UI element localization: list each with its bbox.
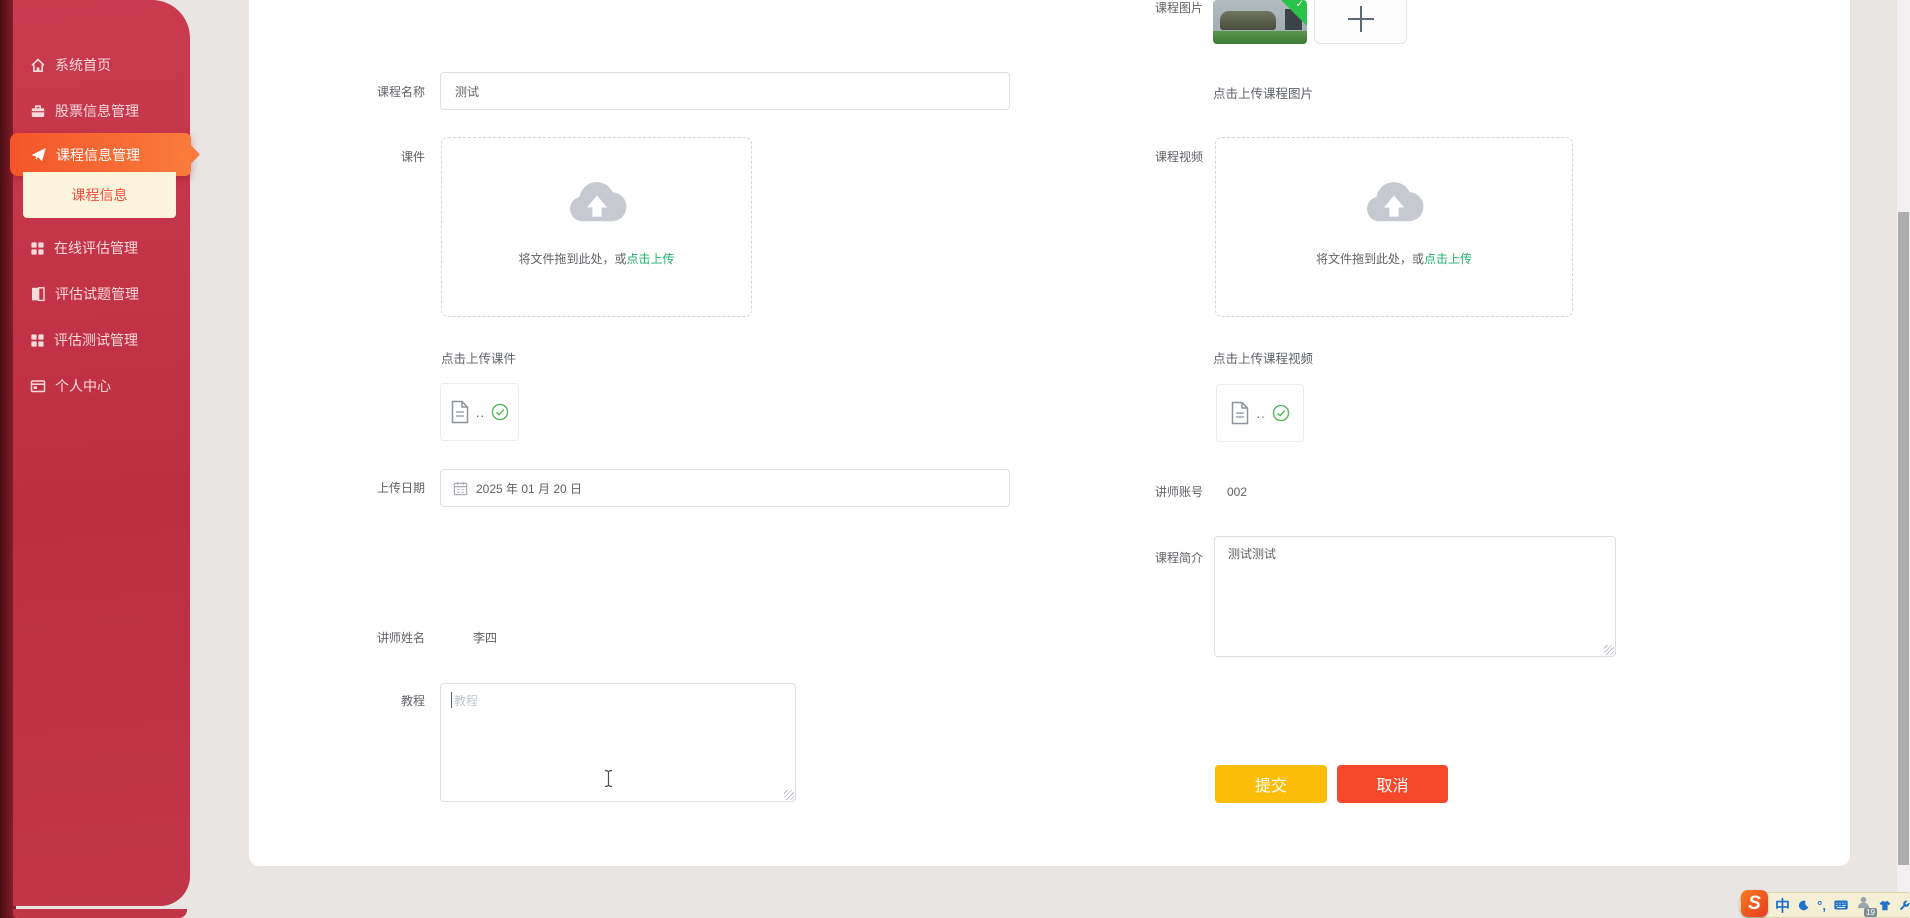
intro-resize-grip[interactable] [1604,645,1614,655]
document-icon [451,400,469,424]
check-circle-icon [1272,404,1289,422]
scrollbar-thumb[interactable] [1898,212,1909,865]
instructor-account-value: 002 [1227,485,1248,499]
uploaded-check-icon: ✓ [1295,0,1304,10]
submit-button[interactable]: 提交 [1215,765,1327,803]
sidebar-item-stocks[interactable]: 股票信息管理 [30,100,139,122]
ime-badge: 19 [1864,908,1878,917]
course-video-hint: 点击上传课程视频 [1213,352,1314,366]
course-image-thumbnail[interactable]: ✓ [1213,0,1307,44]
moon-icon[interactable] [1798,898,1809,913]
courseware-dropzone[interactable]: 将文件拖到此处，或点击上传 [441,137,752,317]
video-file-item[interactable]: .. [1216,384,1304,442]
course-video-label: 课程视频 [1154,150,1203,164]
paper-plane-icon [31,148,46,162]
document-icon [1232,401,1249,425]
courseware-drop-text: 将文件拖到此处，或点击上传 [442,250,751,267]
screen: 课程名称 课件 将文件拖到此处，或点击上传 点击上传课件 .. 上传日期 202… [0,0,1910,918]
sidebar-item-eval-questions[interactable]: 评估试题管理 [30,283,139,305]
grid-icon [31,241,44,255]
briefcase-icon [31,105,45,117]
sogou-logo[interactable]: S [1741,890,1768,917]
sidebar-item-label: 评估测试管理 [54,332,138,348]
courseware-upload-link[interactable]: 点击上传 [627,252,675,266]
sidebar-item-label: 在线评估管理 [54,240,138,256]
course-name-input[interactable] [440,72,1010,110]
sidebar-item-label: 课程信息管理 [56,146,140,163]
drop-prefix: 将文件拖到此处，或 [1315,252,1424,266]
sidebar-item-label: 个人中心 [55,378,111,394]
plus-icon-vertical [1359,6,1362,32]
video-dropzone[interactable]: 将文件拖到此处，或点击上传 [1215,137,1573,317]
course-image-hint: 点击上传课程图片 [1213,87,1314,101]
course-intro-textarea[interactable]: 测试测试 [1214,536,1616,657]
calendar-icon [453,481,468,495]
upload-cloud-icon [565,178,629,229]
sidebar-subitem-course-info[interactable]: 课程信息 [23,172,176,218]
course-intro-label: 课程简介 [1154,551,1203,565]
video-file-name: .. [1256,405,1266,421]
punctuation-icon[interactable]: °, [1817,898,1826,913]
upload-date-label: 上传日期 [376,481,425,495]
upload-cloud-icon [1362,178,1426,229]
thumbnail-lawn [1213,31,1307,44]
courseware-file-item[interactable]: .. [440,383,519,441]
course-name-label: 课程名称 [376,85,425,99]
keyboard-icon[interactable] [1834,898,1848,912]
courseware-hint: 点击上传课件 [441,352,517,366]
courseware-file-name: .. [475,404,486,420]
sidebar-item-eval-tests[interactable]: 评估测试管理 [30,329,138,351]
sidebar-item-label: 评估试题管理 [55,286,139,302]
add-image-button[interactable] [1314,0,1407,44]
thumbnail-building [1220,11,1276,30]
wrench-icon[interactable] [1899,898,1910,913]
sidebar-item-courses-active[interactable]: 课程信息管理 [10,133,191,176]
text-caret [451,692,452,708]
upload-date-value: 2025 年 01 月 20 日 [476,481,583,496]
sidebar-item-label: 系统首页 [55,57,111,73]
sidebar-bottom [13,909,187,918]
drop-prefix: 将文件拖到此处，或 [518,252,627,266]
video-drop-text: 将文件拖到此处，或点击上传 [1216,250,1572,267]
course-image-label: 课程图片 [1154,1,1203,15]
courseware-label: 课件 [400,150,425,164]
tshirt-icon[interactable] [1879,898,1891,913]
tutorial-textarea[interactable] [440,683,796,802]
sidebar-item-online-eval[interactable]: 在线评估管理 [30,237,138,259]
card-icon [30,380,46,393]
upload-date-input[interactable]: 2025 年 01 月 20 日 [440,469,1010,507]
cancel-button[interactable]: 取消 [1337,765,1448,803]
instructor-name-value: 李四 [473,631,498,645]
ime-lang-toggle[interactable]: 中 [1775,895,1790,916]
ime-account-icon[interactable]: 19 [1856,895,1878,917]
tutorial-resize-grip[interactable] [784,790,794,800]
sidebar-item-profile[interactable]: 个人中心 [30,375,111,397]
sidebar-item-home[interactable]: 系统首页 [30,54,111,76]
instructor-account-label: 讲师账号 [1154,485,1203,499]
check-circle-icon [491,403,509,421]
book-icon [32,287,45,302]
grid-icon [31,333,44,347]
home-icon [31,58,45,72]
tutorial-label: 教程 [400,694,425,708]
sidebar-item-label: 股票信息管理 [55,103,139,119]
instructor-name-label: 讲师姓名 [376,631,425,645]
ibeam-cursor [604,769,613,788]
video-upload-link[interactable]: 点击上传 [1424,252,1472,266]
